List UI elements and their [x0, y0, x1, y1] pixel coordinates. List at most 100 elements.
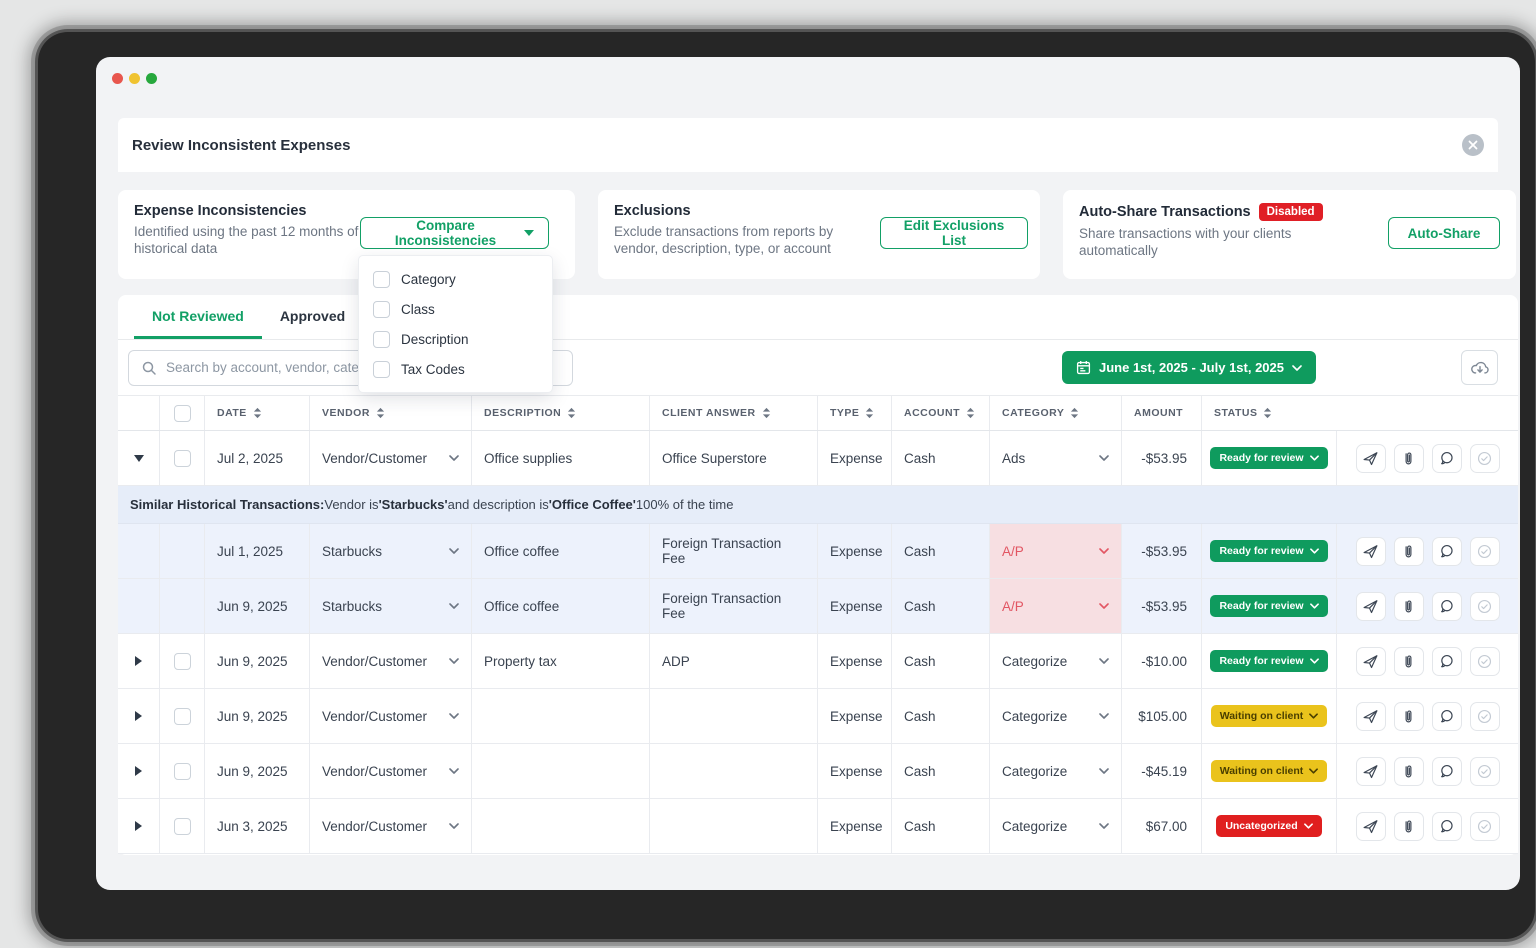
status-badge[interactable]: Ready for review [1210, 540, 1327, 562]
attachment-button[interactable] [1394, 537, 1424, 566]
vendor-select[interactable]: Vendor/Customer [310, 634, 472, 688]
column-header[interactable]: Description [472, 396, 650, 430]
menu-item-checkbox[interactable] [373, 271, 390, 288]
comment-button[interactable] [1432, 757, 1462, 786]
send-button[interactable] [1356, 444, 1386, 473]
tab-approved[interactable]: Approved [262, 295, 363, 339]
vendor-select[interactable]: Vendor/Customer [310, 744, 472, 798]
column-header[interactable]: Amount [1122, 396, 1202, 430]
send-button[interactable] [1356, 812, 1386, 841]
expand-cell[interactable] [118, 524, 160, 578]
approve-button[interactable] [1470, 444, 1500, 473]
column-header[interactable]: Date [205, 396, 310, 430]
expand-arrow-icon[interactable] [135, 656, 142, 666]
approve-button[interactable] [1470, 647, 1500, 676]
expand-arrow-icon[interactable] [134, 455, 144, 462]
approve-button[interactable] [1470, 537, 1500, 566]
comment-button[interactable] [1432, 444, 1462, 473]
traffic-light-minimize[interactable] [129, 73, 140, 84]
row-checkbox[interactable] [174, 450, 191, 467]
comment-button[interactable] [1432, 702, 1462, 731]
comment-button[interactable] [1432, 812, 1462, 841]
export-button[interactable] [1461, 350, 1498, 385]
edit-exclusions-button[interactable]: Edit Exclusions List [880, 217, 1028, 249]
status-badge[interactable]: Waiting on client [1211, 760, 1328, 782]
comment-button[interactable] [1432, 592, 1462, 621]
status-badge[interactable]: Ready for review [1210, 447, 1327, 469]
vendor-select[interactable]: Vendor/Customer [310, 689, 472, 743]
menu-item-checkbox[interactable] [373, 331, 390, 348]
column-header[interactable]: Type [818, 396, 892, 430]
status-badge[interactable]: Ready for review [1210, 650, 1327, 672]
paper-plane-icon [1362, 450, 1379, 467]
compare-menu-item[interactable]: Tax Codes [359, 354, 552, 384]
category-select[interactable]: A/P [990, 579, 1122, 633]
attachment-button[interactable] [1394, 702, 1424, 731]
expand-arrow-icon[interactable] [135, 821, 142, 831]
approve-button[interactable] [1470, 702, 1500, 731]
send-button[interactable] [1356, 592, 1386, 621]
expand-cell[interactable] [118, 799, 160, 853]
comment-button[interactable] [1432, 647, 1462, 676]
category-select[interactable]: A/P [990, 524, 1122, 578]
paperclip-icon [1400, 818, 1417, 835]
select-all-checkbox[interactable] [174, 405, 191, 422]
expand-cell[interactable] [118, 689, 160, 743]
attachment-button[interactable] [1394, 647, 1424, 676]
status-badge[interactable]: Ready for review [1210, 595, 1327, 617]
row-checkbox[interactable] [174, 653, 191, 670]
vendor-select[interactable]: Vendor/Customer [310, 431, 472, 485]
category-select[interactable]: Categorize [990, 689, 1122, 743]
compare-menu-item[interactable]: Description [359, 324, 552, 354]
expand-arrow-icon[interactable] [135, 766, 142, 776]
tab-not-reviewed[interactable]: Not Reviewed [134, 295, 262, 339]
category-select[interactable]: Ads [990, 431, 1122, 485]
menu-item-checkbox[interactable] [373, 301, 390, 318]
menu-item-checkbox[interactable] [373, 361, 390, 378]
status-cell: Ready for review [1202, 524, 1337, 578]
compare-inconsistencies-button[interactable]: Compare Inconsistencies [360, 217, 549, 249]
modal-header: Review Inconsistent Expenses [118, 118, 1498, 172]
close-button[interactable] [1462, 134, 1484, 156]
compare-menu-item[interactable]: Class [359, 294, 552, 324]
compare-menu-item[interactable]: Category [359, 264, 552, 294]
send-button[interactable] [1356, 647, 1386, 676]
category-select[interactable]: Categorize [990, 634, 1122, 688]
send-button[interactable] [1356, 757, 1386, 786]
status-badge[interactable]: Uncategorized [1216, 815, 1321, 837]
column-header[interactable]: Status [1202, 396, 1337, 430]
traffic-light-close[interactable] [112, 73, 123, 84]
send-button[interactable] [1356, 537, 1386, 566]
row-checkbox[interactable] [174, 763, 191, 780]
traffic-light-zoom[interactable] [146, 73, 157, 84]
attachment-button[interactable] [1394, 812, 1424, 841]
attachment-button[interactable] [1394, 592, 1424, 621]
column-header[interactable]: Client Answer [650, 396, 818, 430]
date-range-button[interactable]: June 1st, 2025 - July 1st, 2025 [1062, 351, 1316, 384]
actions-cell [1337, 524, 1518, 578]
auto-share-button[interactable]: Auto-Share [1388, 217, 1500, 249]
row-checkbox[interactable] [174, 818, 191, 835]
attachment-button[interactable] [1394, 757, 1424, 786]
category-select[interactable]: Categorize [990, 744, 1122, 798]
expand-arrow-icon[interactable] [135, 711, 142, 721]
approve-button[interactable] [1470, 757, 1500, 786]
vendor-select[interactable]: Starbucks [310, 579, 472, 633]
category-select[interactable]: Categorize [990, 799, 1122, 853]
vendor-select[interactable]: Starbucks [310, 524, 472, 578]
status-badge[interactable]: Waiting on client [1211, 705, 1328, 727]
approve-button[interactable] [1470, 592, 1500, 621]
column-header[interactable]: Account [892, 396, 990, 430]
expand-cell[interactable] [118, 431, 160, 485]
vendor-select[interactable]: Vendor/Customer [310, 799, 472, 853]
column-header[interactable]: Vendor [310, 396, 472, 430]
expand-cell[interactable] [118, 634, 160, 688]
column-header[interactable]: Category [990, 396, 1122, 430]
send-button[interactable] [1356, 702, 1386, 731]
expand-cell[interactable] [118, 579, 160, 633]
attachment-button[interactable] [1394, 444, 1424, 473]
expand-cell[interactable] [118, 744, 160, 798]
approve-button[interactable] [1470, 812, 1500, 841]
row-checkbox[interactable] [174, 708, 191, 725]
comment-button[interactable] [1432, 537, 1462, 566]
